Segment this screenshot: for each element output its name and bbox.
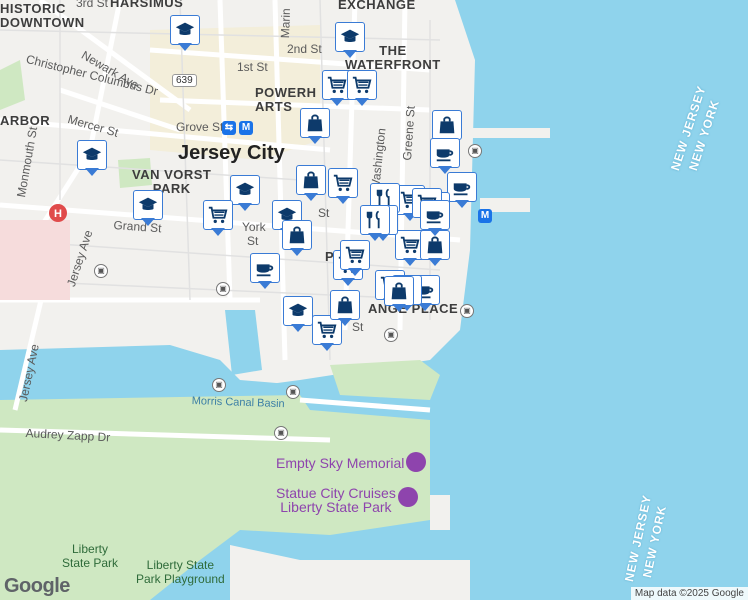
school-icon bbox=[335, 22, 365, 52]
route-shield: 639 bbox=[172, 74, 197, 87]
school-icon bbox=[170, 15, 200, 45]
school-icon bbox=[283, 296, 313, 326]
light-rail-icon[interactable]: ▣ bbox=[460, 304, 474, 318]
map-pin-cafe[interactable] bbox=[420, 200, 450, 236]
label-2nd-st: 2nd St bbox=[287, 42, 322, 56]
label-city: Jersey City bbox=[178, 142, 285, 164]
map-pin-bag[interactable] bbox=[300, 108, 330, 144]
school-icon bbox=[133, 190, 163, 220]
metro-icon[interactable]: M bbox=[239, 121, 253, 135]
label-liberty-state-park: Liberty State Park bbox=[62, 542, 119, 570]
school-icon bbox=[230, 175, 260, 205]
map-pin-cafe[interactable] bbox=[430, 138, 460, 174]
map-pin-school[interactable] bbox=[133, 190, 163, 226]
shopping-cart-icon bbox=[328, 168, 358, 198]
ferry-icon[interactable]: ▣ bbox=[468, 144, 482, 158]
label-harsimus: HARSIMUS bbox=[110, 0, 184, 10]
coffee-cup-icon bbox=[250, 253, 280, 283]
map-pin-bag[interactable] bbox=[296, 165, 326, 201]
label-statue-cruises: Statue City Cruises Liberty State Park bbox=[276, 485, 396, 515]
map-pin-school[interactable] bbox=[230, 175, 260, 211]
light-rail-icon[interactable]: ▣ bbox=[384, 328, 398, 342]
light-rail-icon[interactable]: ▣ bbox=[94, 264, 108, 278]
shopping-bag-icon bbox=[296, 165, 326, 195]
shopping-bag-icon bbox=[300, 108, 330, 138]
map-canvas[interactable]: H HISTORIC DOWNTOWN HARSIMUS EXCHANGE TH… bbox=[0, 0, 748, 600]
label-playground: Liberty State Park Playground bbox=[136, 558, 225, 586]
coffee-cup-icon bbox=[430, 138, 460, 168]
map-pin-school[interactable] bbox=[77, 140, 107, 176]
map-pin-school[interactable] bbox=[335, 22, 365, 58]
label-exchange: EXCHANGE bbox=[338, 0, 416, 12]
restaurant-icon bbox=[360, 205, 390, 235]
label-st-short-3: St bbox=[352, 320, 364, 334]
shopping-cart-icon bbox=[203, 200, 233, 230]
map-pin-bag[interactable] bbox=[432, 110, 462, 146]
light-rail-icon[interactable]: ▣ bbox=[212, 378, 226, 392]
light-rail-icon[interactable]: ▣ bbox=[286, 385, 300, 399]
shopping-cart-icon bbox=[340, 240, 370, 270]
map-pin-shop[interactable] bbox=[347, 70, 377, 106]
label-3rd-st: 3rd St bbox=[76, 0, 109, 10]
map-pin-shop[interactable] bbox=[340, 240, 370, 276]
map-pin-cafe[interactable] bbox=[250, 253, 280, 289]
label-empty-sky: Empty Sky Memorial bbox=[276, 455, 405, 471]
map-pin-bag[interactable] bbox=[282, 220, 312, 256]
map-pin-shop[interactable] bbox=[328, 168, 358, 204]
transit-icon[interactable]: ⇆ bbox=[222, 121, 236, 135]
light-rail-icon[interactable]: ▣ bbox=[216, 282, 230, 296]
shopping-bag-icon bbox=[282, 220, 312, 250]
map-pin-school[interactable] bbox=[283, 296, 313, 332]
label-marin: Marin bbox=[278, 8, 294, 39]
school-icon bbox=[77, 140, 107, 170]
map-pin-shop[interactable] bbox=[203, 200, 233, 236]
label-st-short-2: St bbox=[247, 234, 259, 248]
svg-text:H: H bbox=[54, 208, 62, 220]
shopping-bag-icon bbox=[330, 290, 360, 320]
label-1st-st: 1st St bbox=[237, 60, 268, 74]
map-pin-school[interactable] bbox=[170, 15, 200, 51]
shopping-cart-icon bbox=[347, 70, 377, 100]
shopping-bag-icon bbox=[432, 110, 462, 140]
map-pin-cafe[interactable] bbox=[447, 172, 477, 208]
label-grove-st: Grove St bbox=[176, 120, 224, 134]
label-york: York bbox=[242, 220, 266, 234]
light-rail-icon[interactable]: ▣ bbox=[274, 426, 288, 440]
map-pin-bag[interactable] bbox=[384, 276, 414, 312]
google-logo: Google bbox=[4, 575, 70, 597]
shopping-bag-icon bbox=[384, 276, 414, 306]
coffee-cup-icon bbox=[420, 200, 450, 230]
map-pin-food[interactable] bbox=[360, 205, 390, 241]
label-harbor: ARBOR bbox=[0, 113, 51, 128]
label-st-short: St bbox=[318, 206, 330, 220]
map-attribution[interactable]: Map data ©2025 Google bbox=[630, 587, 748, 600]
coffee-cup-icon bbox=[447, 172, 477, 202]
metro-icon[interactable]: M bbox=[478, 209, 492, 223]
label-historic-downtown: HISTORIC DOWNTOWN bbox=[0, 1, 85, 30]
map-pin-bag[interactable] bbox=[330, 290, 360, 326]
